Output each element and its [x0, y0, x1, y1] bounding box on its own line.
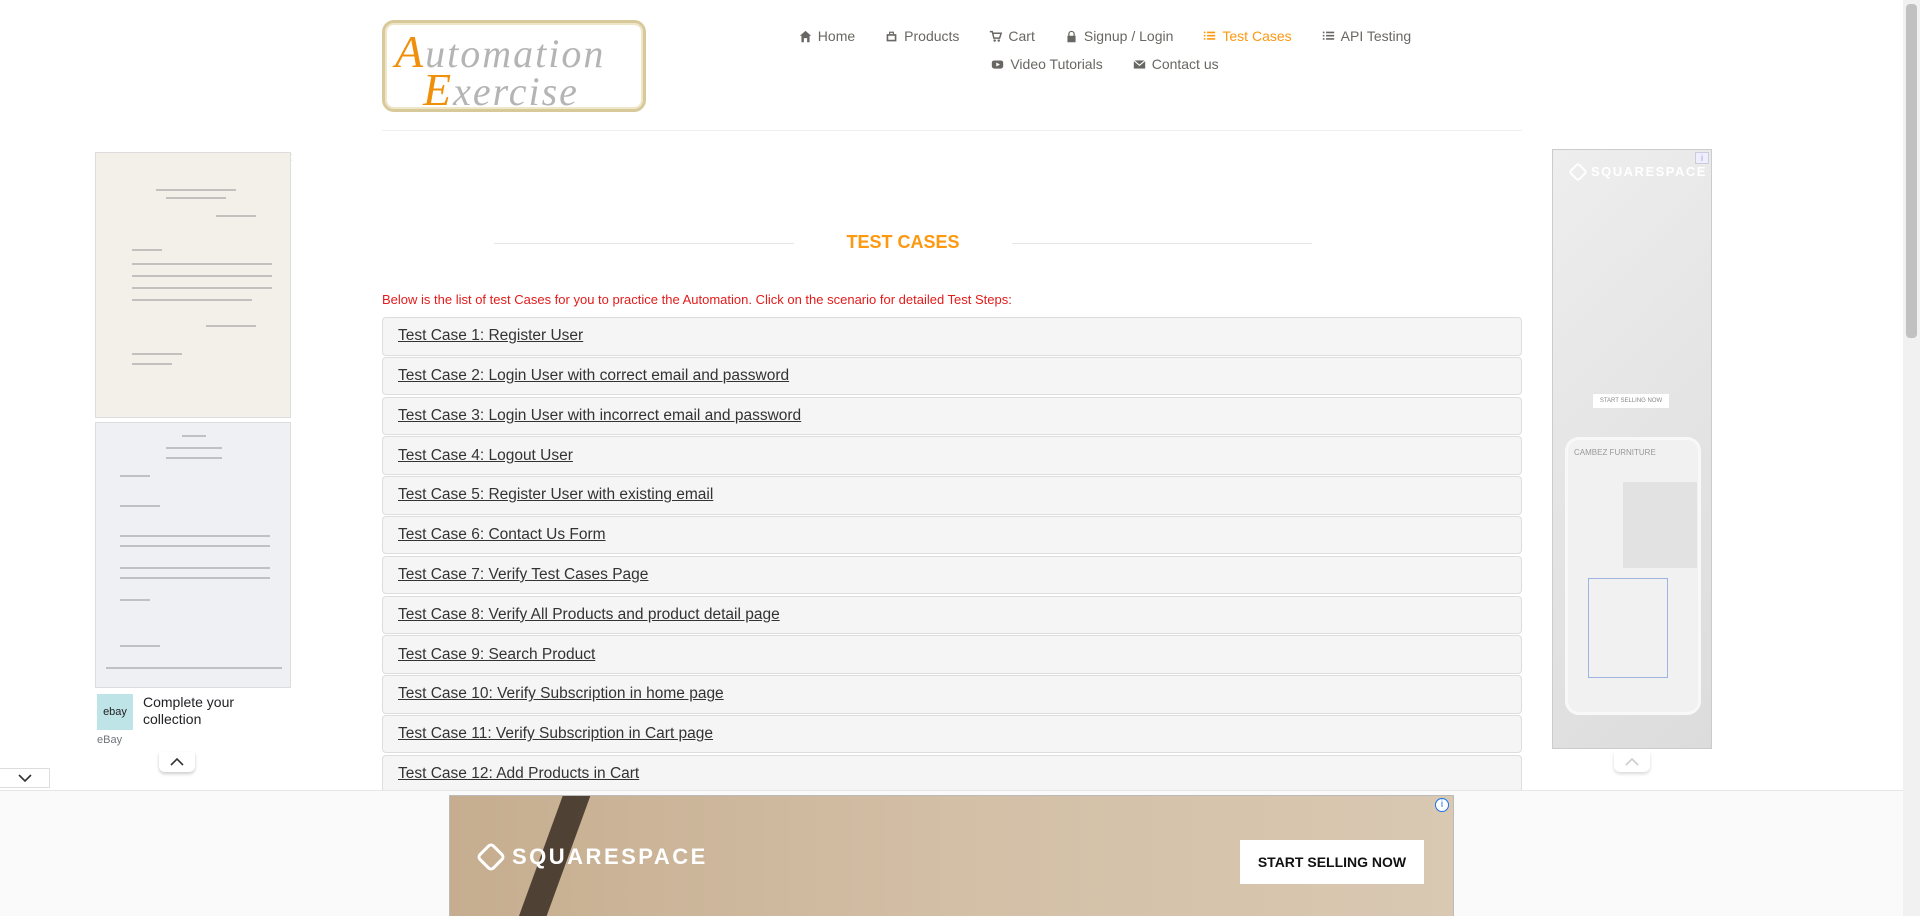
nav-label: Home: [817, 28, 856, 44]
test-case-link[interactable]: Test Case 4: Logout User: [398, 447, 573, 465]
chevron-up-icon: [170, 757, 184, 766]
vertical-scrollbar[interactable]: [1903, 0, 1920, 916]
left-ad-collapse-button[interactable]: [159, 752, 195, 772]
logo-line-2: Exercise: [423, 64, 579, 115]
test-case-link[interactable]: Test Case 9: Search Product: [398, 646, 595, 664]
ebay-ad-source: eBay: [97, 734, 123, 746]
lock-icon: [1065, 30, 1078, 43]
site-logo[interactable]: Automation Exercise: [382, 20, 646, 115]
test-case-link[interactable]: Test Case 8: Verify All Products and pro…: [398, 606, 780, 624]
ebay-ad-text: Complete your collection: [143, 694, 235, 727]
nav-test-cases[interactable]: Test Cases: [1203, 28, 1292, 44]
test-case-row[interactable]: Test Case 1: Register User: [382, 317, 1522, 356]
nav-api-testing[interactable]: API Testing: [1322, 28, 1412, 44]
nav-contact-us[interactable]: Contact us: [1133, 56, 1219, 72]
test-case-row[interactable]: Test Case 5: Register User with existing…: [382, 476, 1522, 515]
nav-signup-login[interactable]: Signup / Login: [1065, 28, 1174, 44]
nav-label: Signup / Login: [1083, 28, 1174, 44]
test-case-row[interactable]: Test Case 12: Add Products in Cart: [382, 754, 1522, 791]
test-case-row[interactable]: Test Case 8: Verify All Products and pro…: [382, 595, 1522, 635]
start-selling-button[interactable]: START SELLING NOW: [1593, 394, 1669, 408]
nav-row-2: Video Tutorials Contact us: [760, 56, 1450, 72]
test-case-row[interactable]: Test Case 4: Logout User: [382, 436, 1522, 475]
nav-home[interactable]: Home: [799, 28, 855, 44]
ebay-ad-card[interactable]: ebay Complete your collection eBay: [95, 690, 291, 754]
sidebar-expand-button[interactable]: [0, 768, 50, 788]
test-case-row[interactable]: Test Case 3: Login User with incorrect e…: [382, 396, 1522, 436]
banner-brand: SQUARESPACE: [475, 841, 708, 873]
test-case-link[interactable]: Test Case 6: Contact Us Form: [398, 526, 606, 544]
ad-info-icon[interactable]: i: [1435, 798, 1449, 812]
test-case-row[interactable]: Test Case 6: Contact Us Form: [382, 515, 1522, 555]
chevron-up-icon: [1625, 757, 1639, 766]
nav-cart[interactable]: Cart: [989, 28, 1035, 44]
nav-label: Cart: [1008, 28, 1035, 44]
squarespace-logo-icon: [1568, 161, 1588, 182]
nav-label: Contact us: [1151, 56, 1219, 72]
left-ad[interactable]: ⓘ ✕ ebay Complete your collection eBay: [95, 150, 293, 772]
bottom-ad: SQUARESPACE START SELLING NOW i: [0, 790, 1903, 916]
phone-mockup: CAMBEZ FURNITURE: [1565, 437, 1701, 715]
cart-icon: [989, 30, 1003, 43]
list-icon: [1203, 30, 1216, 43]
ad-letter-image-1[interactable]: [95, 152, 291, 418]
home-icon: [799, 30, 812, 43]
lamp-image: [1588, 578, 1668, 678]
ad-letter-image-2[interactable]: [95, 422, 291, 688]
test-case-row[interactable]: Test Case 11: Verify Subscription in Car…: [382, 714, 1522, 754]
main-nav: Home Products Cart Signup / Login Test Cases…: [760, 28, 1450, 84]
test-case-list: Test Case 1: Register User Test Case 2: L…: [382, 317, 1522, 791]
test-case-link[interactable]: Test Case 5: Register User with existing…: [398, 486, 713, 504]
nav-video-tutorials[interactable]: Video Tutorials: [991, 56, 1103, 72]
test-case-link[interactable]: Test Case 7: Verify Test Cases Page: [398, 566, 648, 584]
test-case-link[interactable]: Test Case 3: Login User with incorrect e…: [398, 407, 801, 425]
nav-row-1: Home Products Cart Signup / Login Test Cases…: [760, 28, 1450, 44]
test-case-link[interactable]: Test Case 1: Register User: [398, 327, 583, 345]
test-case-link[interactable]: Test Case 10: Verify Subscription in hom…: [398, 685, 724, 703]
right-ad-collapse-button[interactable]: [1614, 752, 1650, 772]
section-title: TEST CASES: [494, 232, 1312, 256]
right-ad[interactable]: i SQUARESPACE START SELLING NOW CAMBEZ F…: [1552, 149, 1712, 749]
ad-info-icon[interactable]: i: [1695, 152, 1709, 164]
test-case-row[interactable]: Test Case 10: Verify Subscription in hom…: [382, 675, 1522, 714]
test-case-row[interactable]: Test Case 7: Verify Test Cases Page: [382, 555, 1522, 595]
test-case-link[interactable]: Test Case 12: Add Products in Cart: [398, 765, 639, 783]
envelope-icon: [1133, 58, 1146, 71]
nav-products[interactable]: Products: [885, 28, 959, 44]
squarespace-brand: SQUARESPACE: [1568, 161, 1707, 182]
ebay-logo: ebay: [97, 694, 133, 730]
test-case-link[interactable]: Test Case 11: Verify Subscription in Car…: [398, 725, 713, 743]
title-line-right: [1012, 243, 1312, 244]
nav-label: Test Cases: [1222, 28, 1292, 44]
products-icon: [885, 30, 898, 43]
test-case-link[interactable]: Test Case 2: Login User with correct ema…: [398, 367, 789, 385]
start-selling-now-button[interactable]: START SELLING NOW: [1240, 840, 1424, 884]
squarespace-logo-icon: [475, 841, 507, 873]
intro-text: Below is the list of test Cases for you …: [382, 292, 1012, 307]
scrollbar-thumb[interactable]: [1906, 4, 1917, 338]
nav-label: Products: [904, 28, 960, 44]
squarespace-banner[interactable]: SQUARESPACE START SELLING NOW i: [449, 795, 1454, 916]
test-case-row[interactable]: Test Case 9: Search Product: [382, 635, 1522, 674]
test-case-row[interactable]: Test Case 2: Login User with correct ema…: [382, 356, 1522, 396]
table-image: [1623, 482, 1697, 568]
nav-label: API Testing: [1340, 28, 1412, 44]
nav-label: Video Tutorials: [1010, 56, 1103, 72]
youtube-icon: [991, 58, 1004, 71]
chevron-down-icon: [17, 774, 32, 783]
header-divider: [382, 130, 1522, 131]
list-icon: [1322, 30, 1335, 43]
phone-title: CAMBEZ FURNITURE: [1574, 448, 1656, 457]
